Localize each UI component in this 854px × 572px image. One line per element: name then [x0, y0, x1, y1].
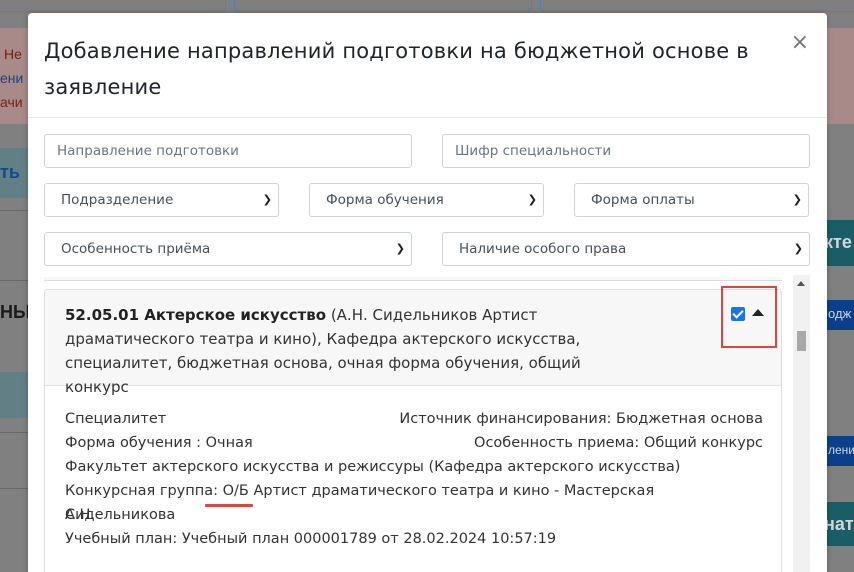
- program-level: Специалитет: [65, 411, 167, 427]
- detail-row: Конкурсная группа: О/Б Артист драматичес…: [65, 479, 763, 523]
- divider: [0, 280, 30, 281]
- admission-feature-value: Особенность приема: Общий конкурс: [474, 435, 763, 451]
- background-input: [0, 0, 226, 12]
- chevron-down-icon: ❯: [262, 193, 272, 206]
- subdivision-select[interactable]: Подразделение ❯: [44, 183, 279, 217]
- background-alert-text: ачи: [0, 94, 23, 110]
- background-button: кте: [824, 220, 854, 266]
- special-right-select-value: Наличие особого права: [459, 241, 627, 257]
- program-card-title: 52.05.01 Актерское искусство (А.Н. Сидел…: [65, 303, 645, 399]
- add-directions-modal: Добавление направлений подготовки на бюд…: [28, 13, 827, 572]
- scroll-thumb[interactable]: [797, 331, 806, 351]
- program-list: 52.05.01 Актерское искусство (А.Н. Сидел…: [44, 277, 811, 572]
- list-scrollbar[interactable]: [793, 275, 810, 572]
- competition-group-line2: А.Н.: [65, 507, 96, 523]
- faculty-value: Факультет актерского искусства и режиссу…: [65, 459, 681, 475]
- highlight-box: [721, 286, 777, 348]
- chevron-down-icon: ❯: [793, 242, 803, 255]
- background-alert-text: Не: [4, 46, 22, 62]
- highlight-underline: [205, 504, 253, 507]
- scroll-up-arrow-icon[interactable]: [797, 281, 805, 286]
- background-alert-link: ени: [0, 70, 24, 86]
- specialty-code-input[interactable]: Шифр специальности: [442, 134, 810, 168]
- study-form-select-value: Форма обучения: [326, 192, 444, 208]
- background-input: [234, 0, 532, 12]
- direction-search-input[interactable]: Направление подготовки: [44, 134, 412, 168]
- study-form-value: Форма обучения : Очная: [65, 435, 253, 451]
- detail-row: А.Н.: [65, 503, 763, 527]
- background-input: [540, 0, 854, 12]
- payment-form-select-value: Форма оплаты: [591, 192, 695, 208]
- admission-feature-select-value: Особенность приёма: [61, 241, 211, 257]
- previous-list-item-edge: [44, 277, 782, 281]
- program-card-header[interactable]: 52.05.01 Актерское искусство (А.Н. Сидел…: [45, 286, 781, 396]
- program-code-name: 52.05.01 Актерское искусство: [65, 306, 327, 324]
- program-select-checkbox[interactable]: [731, 307, 745, 321]
- background-button: одж: [824, 300, 854, 330]
- chevron-down-icon: ❯: [395, 242, 405, 255]
- program-card: 52.05.01 Актерское искусство (А.Н. Сидел…: [44, 286, 782, 572]
- payment-form-select[interactable]: Форма оплаты ❯: [574, 183, 809, 217]
- close-icon[interactable]: ×: [791, 31, 809, 55]
- chevron-down-icon: ❯: [527, 193, 537, 206]
- background-button: ната: [824, 502, 854, 546]
- divider: [0, 210, 30, 211]
- detail-row: Учебный план: Учебный план 000001789 от …: [65, 527, 763, 551]
- special-right-select[interactable]: Наличие особого права ❯: [442, 232, 810, 266]
- background-link: ть: [0, 162, 20, 182]
- background-heading: НЫ: [0, 302, 31, 322]
- admission-feature-select[interactable]: Особенность приёма ❯: [44, 232, 412, 266]
- study-plan-value: Учебный план: Учебный план 000001789 от …: [65, 531, 557, 547]
- modal-header: Добавление направлений подготовки на бюд…: [28, 13, 827, 118]
- financing-source: Источник финансирования: Бюджетная основ…: [399, 411, 763, 427]
- divider: [0, 488, 30, 489]
- chevron-down-icon: ❯: [792, 193, 802, 206]
- detail-row: Факультет актерского искусства и режиссу…: [65, 455, 763, 479]
- specialty-code-placeholder: Шифр специальности: [455, 143, 612, 159]
- modal-title: Добавление направлений подготовки на бюд…: [44, 39, 749, 99]
- subdivision-select-value: Подразделение: [61, 192, 174, 208]
- divider: [0, 432, 30, 433]
- direction-search-placeholder: Направление подготовки: [57, 143, 239, 159]
- background-button-label: кте: [824, 232, 852, 252]
- detail-row: Форма обучения : Очная Особенность прием…: [65, 431, 763, 455]
- collapse-caret-icon[interactable]: [752, 309, 764, 316]
- background-button: ления: [824, 436, 854, 466]
- background-button-label: ната: [824, 514, 854, 534]
- detail-row: Специалитет Источник финансирования: Бюд…: [65, 407, 763, 431]
- study-form-select[interactable]: Форма обучения ❯: [309, 183, 544, 217]
